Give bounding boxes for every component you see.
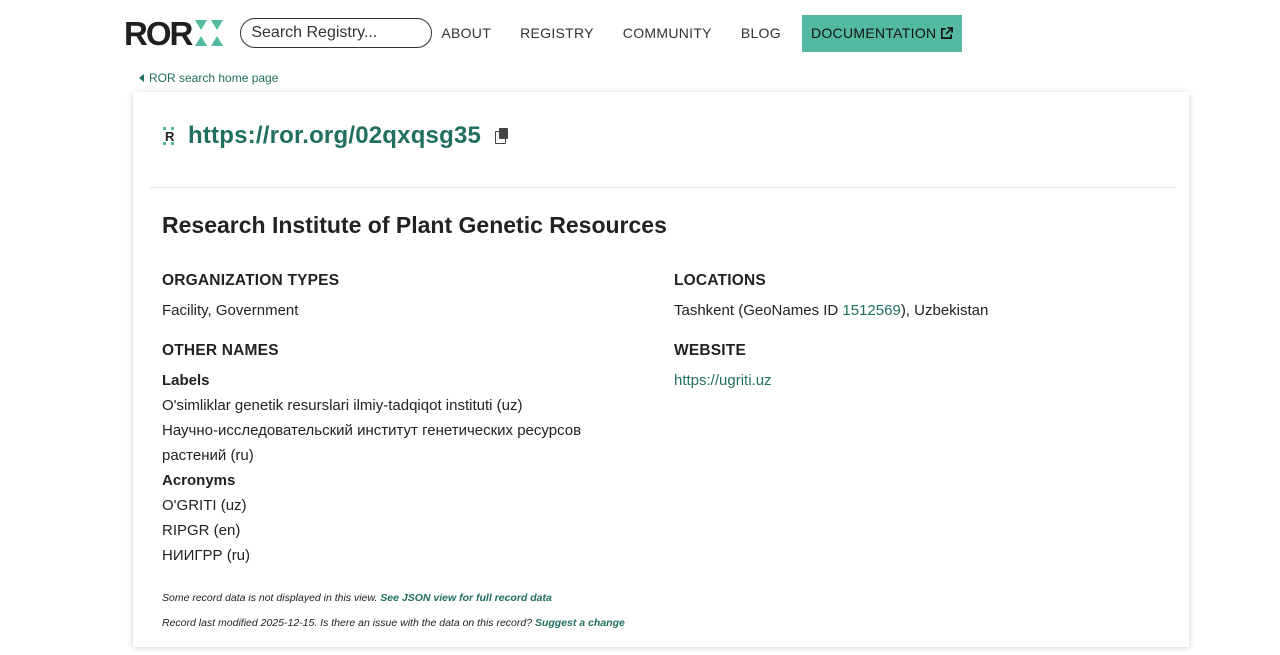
location-prefix: Tashkent (GeoNames ID [674, 302, 843, 319]
back-to-search-link[interactable]: ROR search home page [139, 71, 278, 85]
nav-documentation-label: DOCUMENTATION [810, 24, 937, 41]
label-item: Научно-исследовательский институт генети… [162, 422, 582, 464]
logo-mark-icon [195, 18, 225, 48]
location-suffix: ), Uzbekistan [900, 302, 989, 319]
suggest-change-link[interactable]: Suggest a change [535, 617, 625, 629]
ror-logo[interactable]: ROR [124, 15, 225, 51]
right-column: LOCATIONS Tashkent (GeoNames ID 1512569)… [674, 272, 1134, 412]
nav-documentation[interactable]: DOCUMENTATION [801, 14, 963, 52]
left-column: ORGANIZATION TYPES Facility, Government … [162, 272, 642, 587]
back-link-label: ROR search home page [149, 71, 279, 85]
site-header: ROR ABOUT REGISTRY COMMUNITY BLOG DOCUME… [124, 14, 991, 52]
divider [150, 187, 1175, 188]
acronym-item: O'GRITI (uz) [162, 497, 247, 514]
copy-icon[interactable] [495, 128, 509, 144]
organization-types-heading: ORGANIZATION TYPES [162, 272, 340, 289]
ror-id-icon: R [163, 127, 175, 145]
website-heading: WEBSITE [674, 342, 747, 359]
nav-community[interactable]: COMMUNITY [623, 25, 712, 41]
other-names-section: OTHER NAMES Labels O'simliklar genetik r… [162, 342, 642, 568]
record-card: R https://ror.org/02qxqsg35 Research Ins… [133, 92, 1189, 647]
acronym-item: НИИГРР (ru) [162, 547, 251, 564]
label-item: O'simliklar genetik resurslari ilmiy-tad… [162, 397, 523, 414]
website-section: WEBSITE https://ugriti.uz [674, 342, 1134, 393]
record-modified-note: Record last modified 2025-12-15. Is ther… [162, 617, 625, 629]
acronyms-heading: Acronyms [162, 472, 236, 489]
organization-name: Research Institute of Plant Genetic Reso… [162, 212, 667, 238]
geonames-link[interactable]: 1512569 [842, 302, 900, 319]
caret-left-icon [139, 74, 144, 82]
main-nav: ABOUT REGISTRY COMMUNITY BLOG DOCUMENTAT… [441, 14, 991, 52]
json-note-text: Some record data is not displayed in thi… [162, 592, 381, 604]
nav-about[interactable]: ABOUT [441, 25, 491, 41]
organization-types-section: ORGANIZATION TYPES Facility, Government [162, 272, 642, 323]
nav-registry[interactable]: REGISTRY [520, 25, 594, 41]
ror-id-link[interactable]: https://ror.org/02qxqsg35 [188, 122, 481, 150]
json-view-link[interactable]: See JSON view for full record data [380, 592, 552, 604]
external-link-icon [941, 26, 954, 39]
locations-section: LOCATIONS Tashkent (GeoNames ID 1512569)… [674, 272, 1134, 323]
website-link[interactable]: https://ugriti.uz [674, 372, 772, 389]
organization-types-value: Facility, Government [162, 302, 299, 319]
acronym-item: RIPGR (en) [162, 522, 241, 539]
json-view-note: Some record data is not displayed in thi… [162, 592, 552, 604]
logo-text: ROR [124, 14, 193, 52]
other-names-heading: OTHER NAMES [162, 342, 279, 359]
locations-heading: LOCATIONS [674, 272, 766, 289]
modified-note-text: Record last modified 2025-12-15. Is ther… [162, 617, 535, 629]
location-value: Tashkent (GeoNames ID 1512569), Uzbekist… [674, 298, 1134, 323]
labels-heading: Labels [162, 372, 210, 389]
search-input[interactable] [240, 18, 433, 48]
ror-id-row: R https://ror.org/02qxqsg35 [163, 122, 509, 150]
nav-blog[interactable]: BLOG [741, 25, 781, 41]
